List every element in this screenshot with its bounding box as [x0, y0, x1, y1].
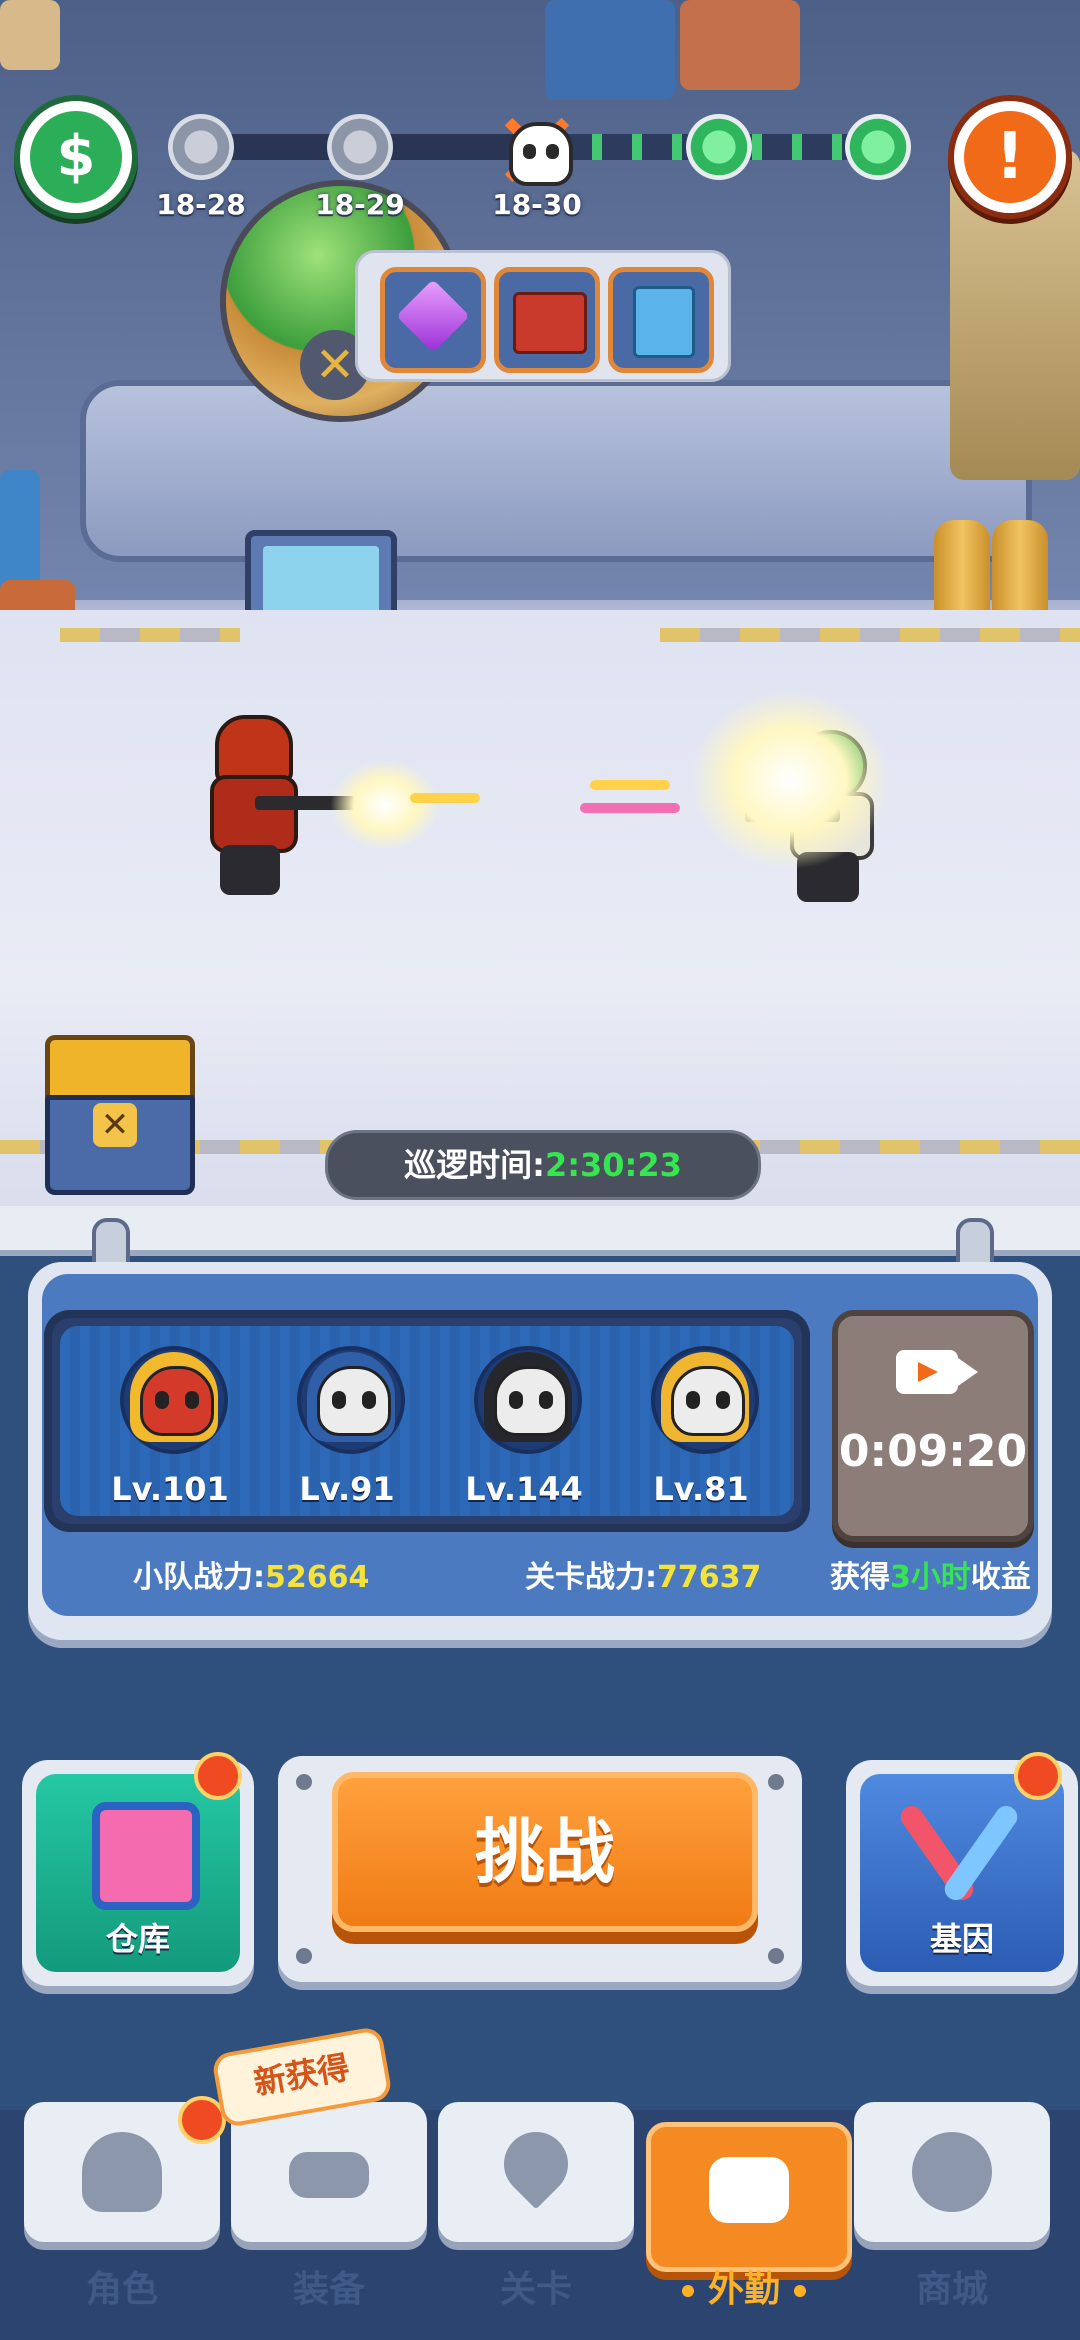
muzzle-flash — [690, 690, 890, 870]
exclamation-icon: ! — [964, 111, 1056, 203]
stage-label: 18-28 — [156, 188, 246, 221]
tab-shop[interactable] — [854, 2102, 1050, 2242]
skull-icon — [82, 2132, 162, 2212]
earn-suffix: 收益 — [970, 1560, 1031, 1595]
dot-icon — [681, 2285, 694, 2297]
avatar — [651, 1346, 759, 1454]
earn-prefix: 获得 — [830, 1560, 890, 1595]
patrol-label: 巡逻时间: — [404, 1146, 545, 1184]
tab-label: 关卡 — [499, 2269, 572, 2310]
skull-icon — [509, 122, 573, 186]
avatar — [474, 1346, 582, 1454]
stage-power: 关卡战力:77637 — [525, 1552, 761, 1596]
stage-node-upcoming[interactable] — [686, 114, 752, 180]
challenge-button[interactable]: 挑战 — [332, 1772, 758, 1932]
bullet — [580, 803, 680, 813]
dot-icon — [794, 2285, 806, 2297]
video-reward-button[interactable]: 0:09:20 — [832, 1310, 1034, 1542]
member-level: Lv.81 — [653, 1470, 749, 1508]
tab-equipment[interactable] — [231, 2102, 427, 2242]
tab-field-duty[interactable] — [646, 2122, 852, 2272]
tab-label: 装备 — [292, 2269, 365, 2310]
hazard-stripe — [60, 628, 240, 642]
warehouse-cube-icon — [92, 1802, 200, 1910]
panel-rail — [0, 1206, 1080, 1256]
stage-node-upcoming[interactable] — [845, 114, 911, 180]
weapon-blueprint-icon — [513, 292, 587, 354]
member-level: Lv.101 — [111, 1470, 229, 1508]
alert-button[interactable]: ! — [948, 95, 1072, 219]
stage-label: 18-29 — [315, 188, 405, 221]
stage-power-value: 77637 — [657, 1560, 762, 1595]
notification-dot — [1014, 1752, 1062, 1800]
hazard-stripe — [660, 628, 1080, 642]
bullet — [590, 780, 670, 790]
tab-label: 角色 — [85, 2269, 158, 2310]
notification-dot — [194, 1752, 242, 1800]
video-timer: 0:09:20 — [838, 1426, 1028, 1477]
bullet — [410, 793, 480, 803]
player-character — [195, 715, 325, 915]
tab-stages[interactable] — [438, 2102, 634, 2242]
earn-hours: 3小时 — [890, 1560, 971, 1595]
avatar — [297, 1346, 405, 1454]
patrol-time: 2:30:23 — [544, 1146, 682, 1184]
cash-shop-button[interactable]: $ — [14, 95, 138, 219]
earnings-info: 获得3小时收益 — [830, 1552, 1031, 1596]
panel-icon — [709, 2157, 789, 2223]
reward-slot[interactable] — [380, 267, 486, 373]
stage-node-cleared[interactable] — [327, 114, 393, 180]
gene-label: 基因 — [929, 1920, 994, 1958]
reward-slot[interactable] — [494, 267, 600, 373]
video-camera-icon — [896, 1350, 978, 1394]
team-power: 小队战力:52664 — [133, 1552, 369, 1596]
team-power-value: 52664 — [265, 1560, 370, 1595]
member-level: Lv.144 — [465, 1470, 583, 1508]
stage-rewards-panel — [355, 250, 731, 382]
stage-label: 18-30 — [492, 188, 582, 221]
shop-badge-icon — [912, 2132, 992, 2212]
squad-member[interactable]: Lv.91 — [277, 1320, 417, 1520]
crate — [680, 0, 800, 90]
avatar — [120, 1346, 228, 1454]
squad-member[interactable]: Lv.101 — [100, 1320, 240, 1520]
crate — [0, 0, 60, 70]
crate — [545, 0, 675, 100]
patrol-timer: 巡逻时间:2:30:23 — [325, 1130, 761, 1200]
map-pin-icon — [490, 2118, 582, 2210]
tab-label: 商城 — [915, 2269, 988, 2310]
tab-label-active: 外勤 — [646, 2260, 842, 2312]
warehouse-label: 仓库 — [105, 1920, 170, 1958]
dna-strand — [940, 1801, 1022, 1905]
stage-power-label: 关卡战力: — [525, 1560, 657, 1595]
dollar-icon: $ — [30, 111, 122, 203]
stage-node-cleared[interactable] — [168, 114, 234, 180]
purple-gem-icon — [396, 279, 470, 353]
reward-slot[interactable] — [608, 267, 714, 373]
squad-member[interactable]: Lv.144 — [454, 1320, 594, 1520]
team-power-label: 小队战力: — [133, 1560, 265, 1595]
gun-icon — [289, 2152, 369, 2198]
muzzle-flash — [330, 760, 440, 850]
treasure-chest[interactable]: ✕ — [45, 1035, 195, 1195]
squad-member[interactable]: Lv.81 — [631, 1320, 771, 1520]
document-card-icon — [633, 286, 695, 358]
tab-label-text: 外勤 — [707, 2269, 780, 2310]
member-level: Lv.91 — [299, 1470, 395, 1508]
